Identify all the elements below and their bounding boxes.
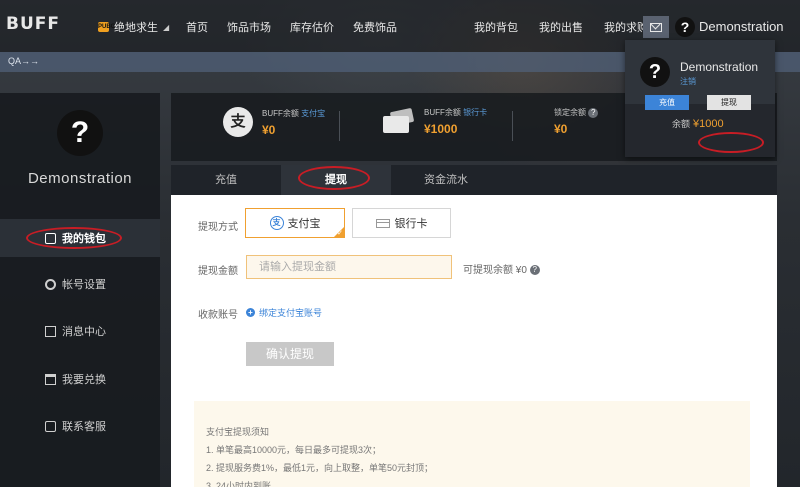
popup-balance: 余额 ¥1000 — [672, 117, 724, 130]
nav-link-my-backpack[interactable]: 我的背包 — [474, 19, 518, 35]
alipay-link[interactable]: 支付宝 — [301, 109, 325, 118]
tab-recharge[interactable]: 充值 — [171, 165, 281, 195]
alipay-option[interactable]: 支 支付宝 ✓ — [245, 208, 345, 238]
locked-balance-amount: ¥0 — [554, 122, 568, 136]
game-selector[interactable]: PUBG 绝地求生 ◢ — [98, 19, 169, 35]
bank-card-option-label: 银行卡 — [394, 218, 428, 230]
user-nav-links: 我的背包 我的出售 我的求购 — [474, 19, 669, 35]
alipay-icon: 支 — [223, 107, 253, 137]
mail-button[interactable] — [643, 16, 669, 38]
divider — [339, 111, 340, 141]
nav-link-market[interactable]: 饰品市场 — [227, 19, 271, 35]
pubg-game-icon: PUBG — [98, 22, 116, 32]
sidebar-avatar[interactable]: ? — [57, 110, 103, 156]
popup-recharge-button[interactable]: 充值 — [645, 95, 689, 110]
notice-line: 2. 提现服务费1%，最低1元，向上取整，单笔50元封顶； — [206, 463, 434, 473]
qa-banner-text: QA→→ — [8, 56, 40, 66]
popup-username: Demonstration — [680, 60, 759, 74]
tab-fund-flow[interactable]: 资金流水 — [391, 165, 501, 195]
wallet-icon — [45, 232, 56, 244]
message-icon — [45, 325, 56, 337]
nav-link-inventory-valuation[interactable]: 库存估价 — [290, 19, 334, 35]
sidebar-username: Demonstration — [27, 170, 133, 187]
popup-balance-amount: ¥1000 — [693, 118, 724, 130]
bind-alipay-link[interactable]: + 绑定支付宝账号 — [246, 306, 322, 319]
game-selector-label: 绝地求生 — [114, 22, 158, 34]
nav-avatar[interactable]: ? — [675, 17, 695, 37]
notice-title: 支付宝提现须知 — [206, 427, 270, 437]
nav-link-free-items[interactable]: 免费饰品 — [353, 19, 397, 35]
nav-link-home[interactable]: 首页 — [186, 19, 208, 35]
nav-link-my-sales[interactable]: 我的出售 — [539, 19, 583, 35]
main-nav-links: 首页 饰品市场 库存估价 免费饰品 — [186, 19, 416, 35]
sidebar-item-label: 我的钱包 — [62, 233, 106, 245]
alipay-balance-amount: ¥0 — [262, 122, 276, 137]
sidebar-item-messages[interactable]: 消息中心 — [0, 312, 160, 350]
receiving-account-label: 收款账号 — [198, 310, 238, 321]
balance-label: BUFF余额 — [424, 108, 461, 117]
plus-icon: + — [246, 308, 255, 317]
support-icon — [45, 420, 56, 432]
wallet-tabs: 充值 提现 资金流水 — [171, 165, 777, 195]
checkmark-icon: ✓ — [337, 230, 343, 237]
divider — [512, 111, 513, 141]
bind-alipay-label: 绑定支付宝账号 — [259, 308, 323, 318]
buff-logo[interactable]: BUFF — [6, 14, 60, 34]
withdraw-notice: 支付宝提现须知 1. 单笔最高10000元，每日最多可提现3次； 2. 提现服务… — [194, 401, 750, 487]
notice-line: 3. 24小时内到账。 — [206, 481, 281, 487]
logout-link[interactable]: 注销 — [680, 76, 696, 87]
sidebar-item-label: 联系客服 — [62, 421, 106, 433]
withdraw-panel: 提现方式 支 支付宝 ✓ 银行卡 提现金额 可提现余额 ¥0 ? 收款账号 + … — [171, 195, 777, 487]
withdrawable-balance: 可提现余额 ¥0 ? — [463, 261, 540, 276]
notice-line: 1. 单笔最高10000元，每日最多可提现3次； — [206, 445, 382, 455]
sidebar-item-redeem[interactable]: 我要兑换 — [0, 360, 160, 398]
sidebar-item-label: 消息中心 — [62, 326, 106, 338]
balance-label: BUFF余额 — [262, 108, 299, 118]
mail-icon — [650, 22, 662, 32]
help-icon[interactable]: ? — [529, 265, 540, 276]
bank-card-icon — [383, 107, 415, 134]
sidebar-item-support[interactable]: 联系客服 — [0, 407, 160, 445]
popup-balance-label: 余额 — [672, 119, 691, 129]
bank-balance-amount: ¥1000 — [424, 122, 458, 136]
alipay-option-label: 支付宝 — [287, 218, 321, 230]
account-sidebar: ? Demonstration 我的钱包 帐号设置 消息中心 我要兑换 联系客服 — [0, 93, 160, 487]
withdraw-amount-input[interactable] — [246, 255, 452, 279]
nav-link-my-buy-orders[interactable]: 我的求购 — [604, 19, 648, 35]
locked-balance-label: 锁定余额 — [554, 108, 586, 117]
bank-card-icon — [375, 218, 390, 228]
help-icon[interactable]: ? — [588, 107, 599, 118]
confirm-withdraw-button[interactable]: 确认提现 — [246, 342, 334, 366]
nav-username[interactable]: Demonstration — [699, 19, 784, 34]
alipay-balance: 支 BUFF余额 支付宝 ¥0 — [223, 107, 325, 137]
alipay-icon: 支 — [269, 216, 284, 230]
locked-balance: 锁定余额 ? ¥0 — [554, 107, 599, 136]
popup-withdraw-button[interactable]: 提现 — [707, 95, 751, 110]
bank-card-link[interactable]: 银行卡 — [463, 108, 487, 117]
withdraw-method-label: 提现方式 — [198, 222, 238, 233]
sidebar-item-label: 我要兑换 — [62, 374, 106, 386]
bank-balance: BUFF余额 银行卡 ¥1000 — [383, 107, 487, 136]
sidebar-item-wallet[interactable]: 我的钱包 — [0, 219, 160, 257]
caret-down-icon: ◢ — [163, 22, 170, 32]
popup-avatar[interactable]: ? — [640, 57, 670, 87]
tab-withdraw[interactable]: 提现 — [281, 165, 391, 195]
bank-card-option[interactable]: 银行卡 — [352, 208, 451, 238]
withdraw-amount-label: 提现金额 — [198, 266, 238, 277]
gift-icon — [45, 373, 56, 385]
withdrawable-balance-text: 可提现余额 ¥0 — [463, 265, 527, 276]
sidebar-item-label: 帐号设置 — [62, 279, 106, 291]
gear-icon — [45, 278, 56, 290]
sidebar-item-account-settings[interactable]: 帐号设置 — [0, 265, 160, 303]
